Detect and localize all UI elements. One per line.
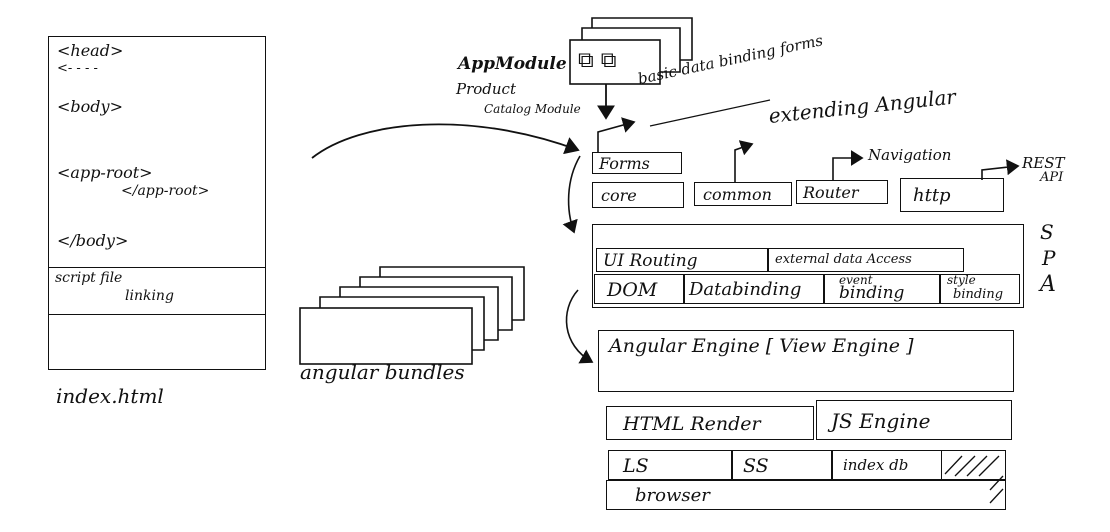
index-html-box: <head> <- - - - <body> <app-root> </app-… xyxy=(48,36,266,370)
event-binding-box: event binding xyxy=(824,273,940,304)
http-box: http xyxy=(900,178,1004,212)
body-tag: <body> xyxy=(57,97,123,116)
router-to-navigation-arrow xyxy=(832,150,864,180)
module-icons: ⧉ ⧉ xyxy=(578,48,617,73)
browser-box: browser xyxy=(606,480,1006,510)
ui-routing-label: UI Routing xyxy=(603,251,698,271)
angular-engine-label: Angular Engine [ View Engine ] xyxy=(609,335,914,357)
databinding-box: Databinding xyxy=(684,274,824,304)
common-box: common xyxy=(694,182,792,206)
appmodule-sub1: Product xyxy=(456,80,516,98)
index-html-caption: index.html xyxy=(56,384,164,408)
ss-label: SS xyxy=(743,455,769,477)
spa-letter-a: A xyxy=(1040,272,1056,297)
ss-box: SS xyxy=(732,450,832,480)
angular-bundles-caption: angular bundles xyxy=(300,360,465,384)
extending-angular-label: extending Angular xyxy=(767,84,957,128)
router-label: Router xyxy=(803,183,859,202)
forms-label: Forms xyxy=(599,154,650,173)
dom-label: DOM xyxy=(607,279,658,301)
app-root-close: </app-root> xyxy=(121,183,210,199)
dom-box: DOM xyxy=(594,274,684,304)
rest-api-line2: API xyxy=(1040,170,1064,185)
storage-row-box xyxy=(942,450,1006,480)
external-data-access-label: external data Access xyxy=(775,252,912,267)
common-label: common xyxy=(703,185,772,204)
ls-label: LS xyxy=(623,455,649,477)
index-to-modules-arrow xyxy=(311,123,580,159)
http-label: http xyxy=(913,185,951,206)
script-line1: script file xyxy=(55,270,123,286)
ui-routing-box: UI Routing xyxy=(596,248,768,272)
script-file-linking-box: script file linking xyxy=(48,267,266,315)
navigation-label: Navigation xyxy=(868,146,952,164)
ls-box: LS xyxy=(608,450,732,480)
body-close: </body> xyxy=(57,231,129,250)
event-binding-line2: binding xyxy=(839,283,905,303)
core-box: core xyxy=(592,182,684,208)
indexdb-label: index db xyxy=(843,456,909,474)
common-to-extending-arrow xyxy=(734,140,754,182)
head-dots: <- - - - xyxy=(57,61,98,76)
basic-data-binding-label: basic data binding forms xyxy=(636,31,825,89)
external-data-access-box: external data Access xyxy=(768,248,964,272)
js-engine-box: JS Engine xyxy=(816,400,1012,440)
router-box: Router xyxy=(796,180,888,204)
forms-to-binding-arrow xyxy=(597,117,636,152)
core-label: core xyxy=(601,186,637,205)
style-binding-line2: binding xyxy=(953,287,1004,302)
html-render-box: HTML Render xyxy=(606,406,814,440)
spa-letter-s: S xyxy=(1040,220,1054,244)
appmodule-title: AppModule xyxy=(458,54,567,74)
script-line2: linking xyxy=(125,288,174,304)
browser-label: browser xyxy=(635,485,710,506)
js-engine-label: JS Engine xyxy=(831,409,931,433)
spa-letter-p: P xyxy=(1042,246,1056,270)
style-binding-line1: style xyxy=(947,273,976,287)
databinding-label: Databinding xyxy=(689,279,802,300)
head-tag: <head> xyxy=(57,41,124,60)
style-binding-box: style binding xyxy=(940,273,1020,304)
angular-engine-box: Angular Engine [ View Engine ] xyxy=(598,330,1014,392)
app-root-open: <app-root> xyxy=(57,163,153,182)
modules-to-spa-arrow xyxy=(562,155,581,234)
forms-box: Forms xyxy=(592,152,682,174)
html-render-label: HTML Render xyxy=(623,413,761,435)
appmodule-sub2: Catalog Module xyxy=(484,102,581,116)
spa-to-engine-arrow xyxy=(565,289,594,364)
indexdb-box: index db xyxy=(832,450,942,480)
